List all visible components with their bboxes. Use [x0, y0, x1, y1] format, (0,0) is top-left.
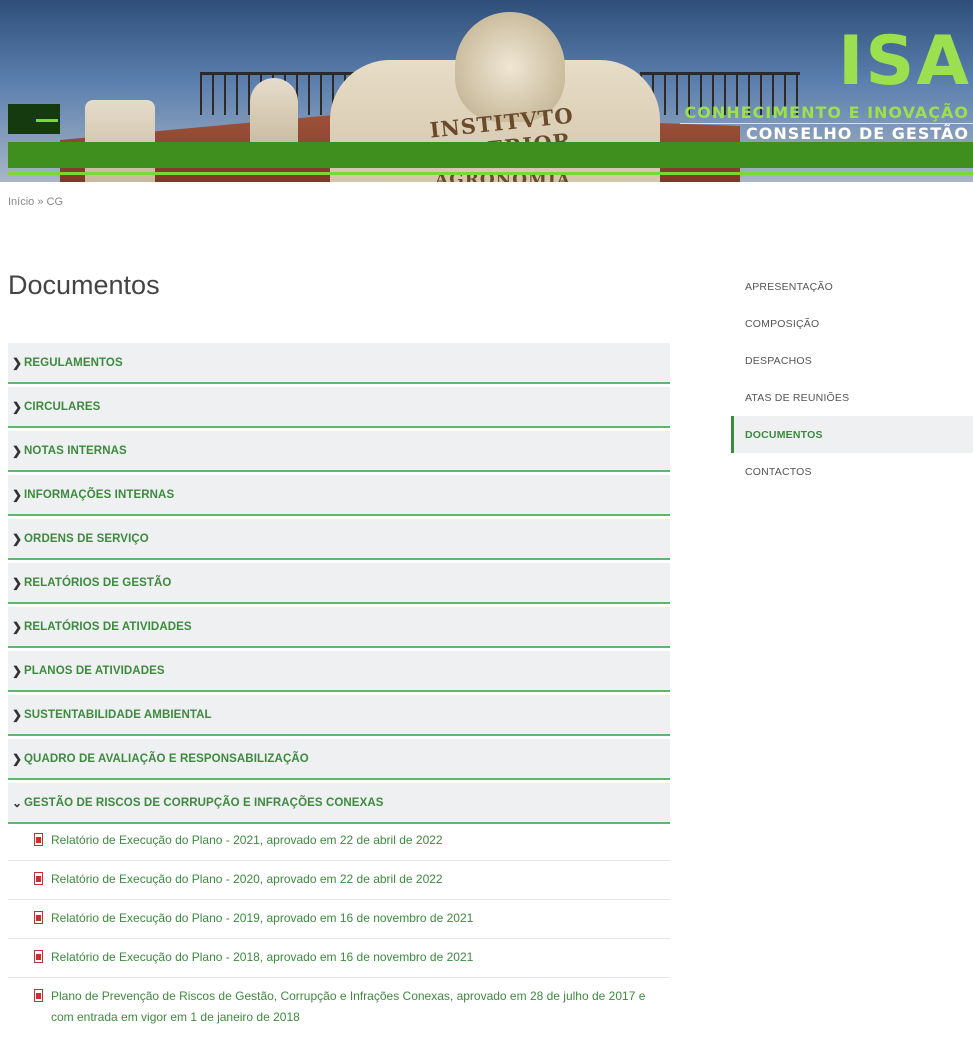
pdf-icon: [34, 989, 43, 1002]
banner-green-line: [8, 172, 973, 175]
pdf-icon: [34, 950, 43, 963]
sidebar-item-atas-de-reunioes[interactable]: ATAS DE REUNIÕES: [731, 379, 973, 416]
sidebar-item-apresentacao[interactable]: APRESENTAÇÃO: [731, 268, 973, 305]
sidebar-nav: APRESENTAÇÃO COMPOSIÇÃO DESPACHOS ATAS D…: [731, 268, 973, 490]
pdf-icon: [34, 872, 43, 885]
sidebar-item-documentos[interactable]: DOCUMENTOS: [731, 416, 973, 453]
chevron-right-icon: ❯: [12, 575, 23, 590]
chevron-right-icon: ❯: [12, 487, 23, 502]
documents-accordion: ❯ REGULAMENTOS ❯ CIRCULARES ❯ NOTAS INTE…: [8, 343, 670, 824]
chevron-right-icon: ❯: [12, 443, 23, 458]
accordion-item-ordens-de-servico[interactable]: ❯ ORDENS DE SERVIÇO: [8, 519, 670, 560]
chevron-down-icon: ⌄: [12, 795, 23, 810]
accordion-item-label: REGULAMENTOS: [24, 356, 123, 369]
accordion-item-gestao-de-riscos[interactable]: ⌄ GESTÃO DE RISCOS DE CORRUPÇÃO E INFRAÇ…: [8, 783, 670, 824]
accordion-item-label: PLANOS DE ATIVIDADES: [24, 664, 165, 677]
pdf-icon: [34, 911, 43, 924]
chevron-right-icon: ❯: [12, 751, 23, 766]
document-link[interactable]: Plano de Prevenção de Riscos de Gestão, …: [51, 986, 670, 1028]
accordion-item-planos-de-atividades[interactable]: ❯ PLANOS DE ATIVIDADES: [8, 651, 670, 692]
sidebar-item-despachos[interactable]: DESPACHOS: [731, 342, 973, 379]
header-banner: INSTITVTO SVPERIOR DE AGRONOMIA ISA CONH…: [0, 0, 973, 182]
accordion-item-label: RELATÓRIOS DE ATIVIDADES: [24, 620, 192, 633]
accordion-item-label: GESTÃO DE RISCOS DE CORRUPÇÃO E INFRAÇÕE…: [24, 796, 384, 809]
list-item: Plano de Prevenção de Riscos de Gestão, …: [8, 978, 670, 1037]
list-item: Relatório de Execução do Plano - 2019, a…: [8, 900, 670, 939]
breadcrumb-current: CG: [46, 196, 64, 208]
chevron-right-icon: ❯: [12, 663, 23, 678]
pdf-icon: [34, 833, 43, 846]
header-subtitle: CONSELHO DE GESTÃO: [746, 124, 969, 143]
accordion-item-regulamentos[interactable]: ❯ REGULAMENTOS: [8, 343, 670, 384]
accordion-item-label: CIRCULARES: [24, 400, 101, 413]
document-link[interactable]: Relatório de Execução do Plano - 2021, a…: [51, 830, 443, 851]
accordion-item-sustentabilidade-ambiental[interactable]: ❯ SUSTENTABILIDADE AMBIENTAL: [8, 695, 670, 736]
chevron-right-icon: ❯: [12, 399, 23, 414]
menu-toggle-icon[interactable]: [8, 104, 60, 134]
accordion-item-label: QUADRO DE AVALIAÇÃO E RESPONSABILIZAÇÃO: [24, 752, 309, 765]
banner-green-bar: [8, 142, 973, 168]
isa-logo[interactable]: ISA: [838, 22, 971, 101]
document-link[interactable]: Relatório de Execução do Plano - 2018, a…: [51, 947, 473, 968]
accordion-item-label: NOTAS INTERNAS: [24, 444, 127, 457]
breadcrumb: Início » CG: [8, 196, 63, 208]
header-tagline: CONHECIMENTO E INOVAÇÃO: [684, 103, 969, 122]
banner-urn-image: [250, 78, 298, 148]
document-link[interactable]: Relatório de Execução do Plano - 2020, a…: [51, 869, 443, 890]
chevron-right-icon: ❯: [12, 355, 23, 370]
documents-list: Relatório de Execução do Plano - 2021, a…: [8, 822, 670, 1037]
accordion-item-label: ORDENS DE SERVIÇO: [24, 532, 149, 545]
sidebar-item-contactos[interactable]: CONTACTOS: [731, 453, 973, 490]
accordion-item-label: RELATÓRIOS DE GESTÃO: [24, 576, 172, 589]
accordion-item-quadro-de-avaliacao[interactable]: ❯ QUADRO DE AVALIAÇÃO E RESPONSABILIZAÇÃ…: [8, 739, 670, 780]
chevron-right-icon: ❯: [12, 707, 23, 722]
breadcrumb-home-link[interactable]: Início: [8, 196, 34, 208]
accordion-item-relatorios-de-atividades[interactable]: ❯ RELATÓRIOS DE ATIVIDADES: [8, 607, 670, 648]
breadcrumb-separator: »: [37, 196, 44, 208]
list-item: Relatório de Execução do Plano - 2018, a…: [8, 939, 670, 978]
accordion-item-label: SUSTENTABILIDADE AMBIENTAL: [24, 708, 212, 721]
accordion-item-label: INFORMAÇÕES INTERNAS: [24, 488, 175, 501]
accordion-item-circulares[interactable]: ❯ CIRCULARES: [8, 387, 670, 428]
chevron-right-icon: ❯: [12, 531, 23, 546]
accordion-item-relatorios-de-gestao[interactable]: ❯ RELATÓRIOS DE GESTÃO: [8, 563, 670, 604]
list-item: Relatório de Execução do Plano - 2021, a…: [8, 822, 670, 861]
banner-pillar-image: [85, 100, 155, 182]
document-link[interactable]: Relatório de Execução do Plano - 2019, a…: [51, 908, 473, 929]
chevron-right-icon: ❯: [12, 619, 23, 634]
accordion-item-informacoes-internas[interactable]: ❯ INFORMAÇÕES INTERNAS: [8, 475, 670, 516]
accordion-item-notas-internas[interactable]: ❯ NOTAS INTERNAS: [8, 431, 670, 472]
page-title: Documentos: [8, 270, 160, 300]
list-item: Relatório de Execução do Plano - 2020, a…: [8, 861, 670, 900]
sidebar-item-composicao[interactable]: COMPOSIÇÃO: [731, 305, 973, 342]
